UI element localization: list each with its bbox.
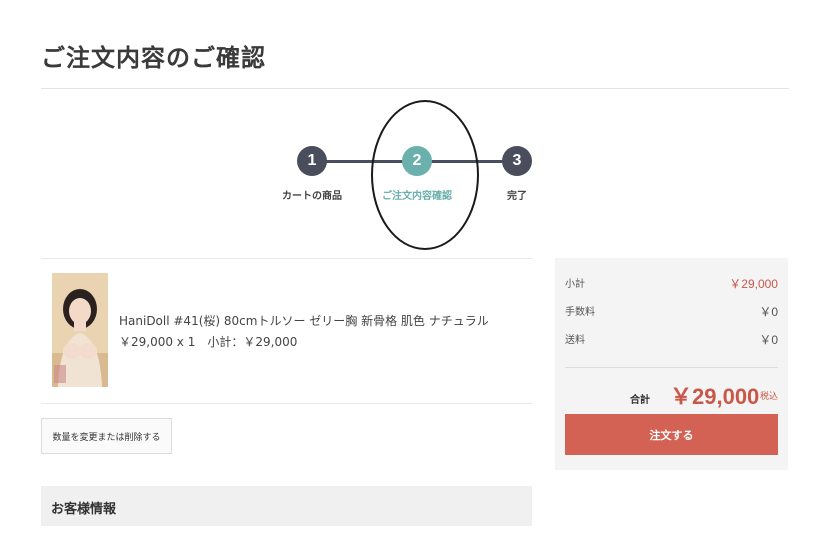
summary-subtotal-value: ￥29,000 <box>729 277 778 291</box>
product-name: HaniDoll #41(桜) 80cmトルソー ゼリー胸 新骨格 肌色 ナチュ… <box>119 314 489 328</box>
summary-row-fee: 手数料 ￥0 <box>565 303 778 319</box>
item-divider-top <box>41 258 532 259</box>
step-1-circle: 1 <box>297 146 327 176</box>
summary-divider <box>565 367 778 368</box>
summary-fee-label: 手数料 <box>565 307 595 318</box>
change-quantity-button[interactable]: 数量を変更または削除する <box>41 418 172 454</box>
current-step-highlight-ring <box>371 100 479 250</box>
product-thumbnail[interactable] <box>52 273 108 387</box>
step-1-label: カートの商品 <box>282 191 342 202</box>
product-price-line: ￥29,000 x 1 小計：￥29,000 <box>119 335 298 349</box>
summary-subtotal-label: 小計 <box>565 279 585 290</box>
summary-row-shipping: 送料 ￥0 <box>565 331 778 347</box>
order-summary-panel: 小計 ￥29,000 手数料 ￥0 送料 ￥0 合計 ￥29,000 税込 注文… <box>555 258 788 470</box>
summary-total-value: ￥29,000 <box>670 384 760 409</box>
summary-fee-value: ￥0 <box>759 305 778 319</box>
checkout-stepper: 1 2 3 カートの商品 ご注文内容確認 完了 <box>0 0 835 260</box>
customer-info-title: お客様情報 <box>51 502 117 517</box>
summary-shipping-label: 送料 <box>565 335 585 346</box>
customer-info-section: お客様情報 <box>41 486 532 526</box>
item-divider-bottom <box>41 403 532 404</box>
summary-total-label: 合計 <box>630 395 650 406</box>
step-3-label: 完了 <box>507 191 527 202</box>
summary-shipping-value: ￥0 <box>759 333 778 347</box>
summary-row-subtotal: 小計 ￥29,000 <box>565 275 778 291</box>
summary-tax-label: 税込 <box>759 392 778 402</box>
product-image <box>52 273 108 387</box>
place-order-button[interactable]: 注文する <box>565 414 778 455</box>
step-3-circle: 3 <box>502 146 532 176</box>
